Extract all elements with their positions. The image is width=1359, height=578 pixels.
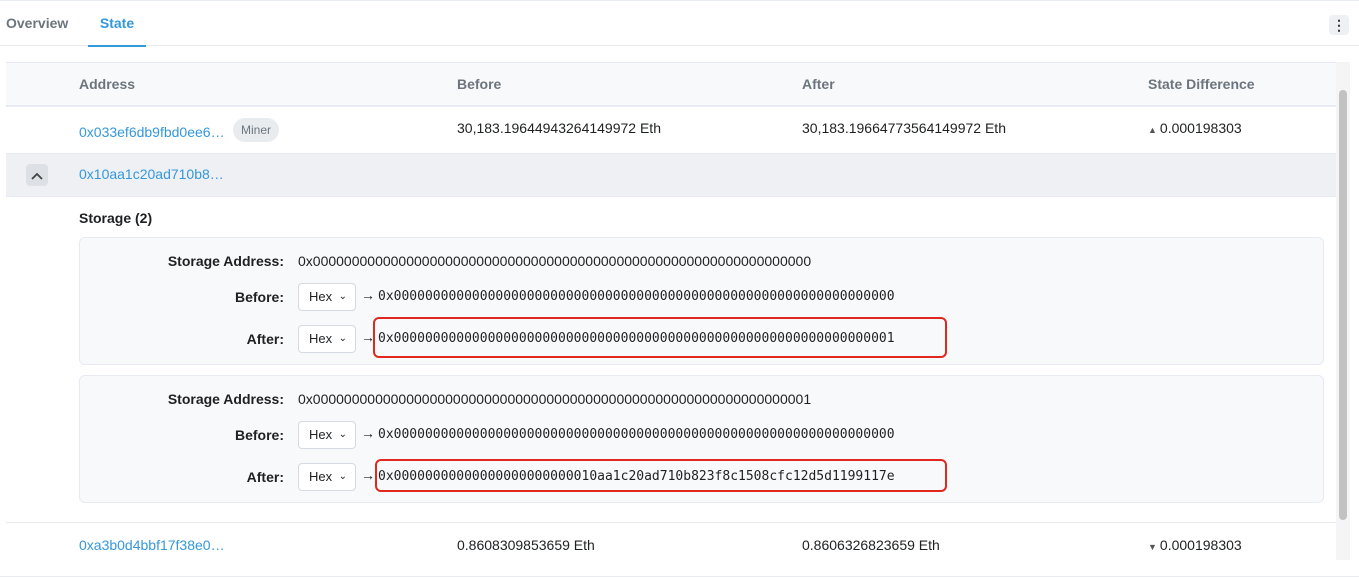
storage-title: Storage (2) [79, 210, 153, 226]
format-select[interactable]: Hex ⌄ [298, 463, 356, 491]
header-after: After [802, 76, 835, 92]
format-select-value: Hex [309, 331, 333, 346]
balance-before: 0.8608309853659 Eth [457, 537, 595, 553]
scrollbar-thumb[interactable] [1339, 90, 1347, 520]
storage-after-value: 0x00000000000000000000000000000000000000… [378, 331, 895, 346]
storage-address-label: Storage Address: [167, 253, 284, 269]
after-label: After: [246, 331, 284, 347]
before-label: Before: [234, 427, 284, 443]
storage-before-value: 0x00000000000000000000000000000000000000… [378, 289, 895, 304]
tab-state[interactable]: State [88, 1, 146, 47]
tab-bar: Overview State ⋮ [0, 0, 1359, 47]
format-select-value: Hex [309, 469, 333, 484]
balance-before: 30,183.19644943264149972 Eth [457, 120, 661, 136]
arrow-right-icon: → [361, 287, 375, 303]
arrow-right-icon: → [361, 467, 375, 483]
page: Overview State ⋮ Address Before After St… [0, 0, 1359, 578]
storage-entry: Storage Address: 0x000000000000000000000… [79, 237, 1324, 365]
storage-address-value: 0x00000000000000000000000000000000000000… [298, 391, 812, 407]
header-address: Address [79, 76, 136, 92]
address-link[interactable]: 0xa3b0d4bbf17f38e0… [79, 537, 225, 553]
collapse-button[interactable] [26, 164, 48, 186]
format-select-value: Hex [309, 427, 333, 442]
more-vertical-icon[interactable]: ⋮ [1329, 15, 1349, 35]
after-label: After: [246, 469, 284, 485]
state-difference-value: 0.000198303 [1159, 120, 1242, 136]
caret-up-icon: ▲ [1148, 125, 1157, 135]
balance-after: 0.8606326823659 Eth [802, 537, 940, 553]
address-link[interactable]: 0x033ef6db9fbd0ee6… [79, 124, 225, 140]
tab-overview[interactable]: Overview [6, 1, 68, 47]
balance-after: 30,183.19664773564149972 Eth [802, 120, 1006, 136]
table-header: Address Before After State Difference [6, 63, 1336, 107]
chevron-down-icon: ⌄ [338, 429, 347, 440]
state-difference-value: 0.000198303 [1159, 537, 1242, 553]
address-link[interactable]: 0x10aa1c20ad710b8… [79, 166, 224, 182]
table-row: 0x033ef6db9fbd0ee6… Miner 30,183.1964494… [6, 107, 1336, 154]
chevron-up-icon [31, 172, 43, 180]
state-table: Address Before After State Difference 0x… [6, 62, 1336, 561]
chevron-down-icon: ⌄ [338, 333, 347, 344]
storage-entry: Storage Address: 0x000000000000000000000… [79, 375, 1324, 503]
miner-badge: Miner [233, 118, 280, 142]
caret-down-icon: ▼ [1148, 542, 1157, 552]
before-label: Before: [234, 289, 284, 305]
storage-before-value: 0x00000000000000000000000000000000000000… [378, 427, 895, 442]
table-row: 0xa3b0d4bbf17f38e0… 0.8608309853659 Eth … [6, 522, 1336, 561]
storage-address-label: Storage Address: [167, 391, 284, 407]
format-select[interactable]: Hex ⌄ [298, 283, 356, 311]
storage-address-value: 0x00000000000000000000000000000000000000… [298, 253, 812, 269]
format-select-value: Hex [309, 289, 333, 304]
table-row-expanded: 0x10aa1c20ad710b8… [6, 154, 1336, 197]
state-difference: ▼ 0.000198303 [1148, 537, 1242, 553]
chevron-down-icon: ⌄ [338, 471, 347, 482]
format-select[interactable]: Hex ⌄ [298, 325, 356, 353]
chevron-down-icon: ⌄ [338, 291, 347, 302]
vertical-scrollbar[interactable] [1336, 62, 1350, 560]
bottom-divider [0, 576, 1359, 577]
header-before: Before [457, 76, 502, 92]
format-select[interactable]: Hex ⌄ [298, 421, 356, 449]
arrow-right-icon: → [361, 425, 375, 441]
header-state-difference: State Difference [1148, 76, 1255, 92]
state-difference: ▲ 0.000198303 [1148, 120, 1242, 136]
storage-after-value: 0x00000000000000000000000010aa1c20ad710b… [378, 469, 895, 484]
